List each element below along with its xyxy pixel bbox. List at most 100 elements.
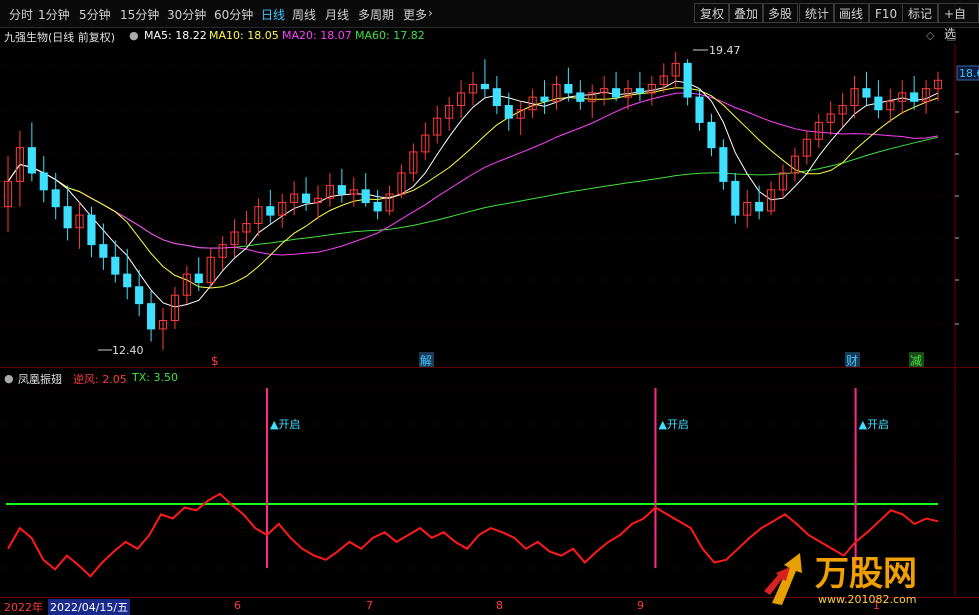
tab-monthly[interactable]: 月线	[325, 6, 349, 23]
f10-button[interactable]: F10	[869, 3, 904, 23]
event-marker-reduce[interactable]: 减	[910, 354, 922, 367]
open-signal: ▲开启	[854, 388, 889, 568]
tab-15min[interactable]: 15分钟	[120, 6, 159, 23]
candle-body	[39, 172, 48, 191]
candle-body	[123, 273, 132, 288]
event-marker-unlock[interactable]: 解	[420, 354, 432, 367]
draw-line-button[interactable]: 画线	[833, 3, 870, 23]
tab-daily[interactable]: 日线	[261, 6, 285, 23]
candle-body	[373, 201, 382, 212]
month-label: 9	[637, 599, 644, 612]
candle	[361, 172, 370, 207]
diamond-icon[interactable]: ◇	[926, 29, 934, 42]
candlestick-chart[interactable]: 19.47 12.40 18.6 $ 解 财 减	[0, 44, 979, 367]
stock-title[interactable]: 九强生物(日线 前复权)	[4, 29, 115, 45]
candle	[492, 76, 501, 114]
candle-body	[874, 96, 883, 111]
statistics-button[interactable]: 统计	[799, 3, 836, 23]
ma10-line	[7, 87, 939, 289]
candle	[778, 164, 788, 199]
candle-body	[862, 88, 871, 98]
candle-body	[707, 121, 716, 149]
candle-body	[612, 88, 621, 98]
candle	[373, 189, 382, 220]
candle	[123, 248, 132, 300]
overlay-button[interactable]: 叠加	[728, 3, 765, 23]
candle-body	[564, 83, 573, 94]
settings-circle-icon[interactable]: ●	[129, 29, 139, 42]
watermark-url: www.201082.com	[818, 593, 916, 606]
adjust-button[interactable]: 复权	[694, 3, 731, 23]
candle	[170, 286, 180, 329]
candle-body	[492, 88, 501, 107]
price-tag-label: 18.6	[959, 67, 979, 80]
candle	[802, 130, 811, 165]
candle-body	[111, 256, 120, 275]
candle-body	[755, 201, 764, 212]
ma-legend: 九强生物(日线 前复权) ● MA5: 18.22 MA10: 18.05 MA…	[0, 28, 979, 44]
candle	[600, 76, 609, 106]
candle-body	[719, 147, 728, 182]
candle-body	[27, 147, 36, 174]
signal-label: ▲开启	[270, 418, 300, 431]
candle	[337, 168, 346, 203]
candle	[707, 113, 716, 157]
mark-button[interactable]: 标记	[902, 3, 939, 23]
event-marker-dividend[interactable]: $	[211, 354, 219, 367]
candle	[206, 248, 215, 287]
candle-body	[504, 105, 513, 119]
candle	[421, 122, 430, 161]
multi-stock-button[interactable]: 多股	[762, 3, 799, 23]
candle	[266, 189, 275, 224]
chevron-right-icon[interactable]: ›	[428, 6, 433, 20]
candle	[886, 88, 895, 123]
low-label: 12.40	[112, 344, 144, 357]
ma60-label: MA60: 17.82	[355, 29, 425, 42]
month-label: 8	[496, 599, 503, 612]
add-watchlist-button[interactable]: +自选	[938, 3, 979, 41]
candle	[588, 84, 597, 119]
candle-body	[683, 62, 692, 98]
tab-multi-period[interactable]: 多周期	[358, 6, 394, 23]
candle	[242, 210, 251, 245]
candle	[862, 71, 871, 106]
tab-minute[interactable]: 分时	[9, 6, 33, 23]
candle-body	[51, 189, 60, 208]
candle	[313, 185, 323, 220]
candle-body	[635, 88, 644, 94]
candle	[51, 172, 60, 220]
tab-1min[interactable]: 1分钟	[38, 6, 70, 23]
candle	[814, 113, 823, 148]
candle	[325, 172, 335, 207]
candle-body	[147, 303, 156, 330]
candle	[158, 307, 168, 350]
candle	[182, 265, 191, 304]
tab-more[interactable]: 更多	[403, 6, 427, 23]
ma20-line	[7, 92, 939, 256]
candle	[898, 80, 907, 114]
open-signal: ▲开启	[654, 388, 689, 568]
candle-body	[87, 214, 96, 246]
tab-30min[interactable]: 30分钟	[167, 6, 206, 23]
month-label: 6	[234, 599, 241, 612]
candle-body	[910, 92, 919, 102]
ma5-line	[7, 80, 939, 308]
candle	[719, 139, 728, 190]
current-date[interactable]: 2022/04/15/五	[48, 599, 131, 615]
candle	[540, 80, 549, 114]
candle	[683, 59, 692, 106]
tab-weekly[interactable]: 周线	[292, 6, 316, 23]
candle	[218, 236, 227, 270]
year-label: 2022年	[4, 601, 43, 614]
candle	[516, 101, 525, 136]
candle	[302, 177, 311, 211]
candle	[27, 122, 36, 182]
candle	[433, 105, 442, 144]
tab-60min[interactable]: 60分钟	[214, 6, 253, 23]
event-marker-finance[interactable]: 财	[846, 354, 858, 367]
candle-body	[63, 206, 72, 229]
close-icon[interactable]: □	[946, 29, 956, 42]
candle	[755, 185, 764, 220]
tab-5min[interactable]: 5分钟	[79, 6, 111, 23]
high-label: 19.47	[709, 44, 741, 57]
